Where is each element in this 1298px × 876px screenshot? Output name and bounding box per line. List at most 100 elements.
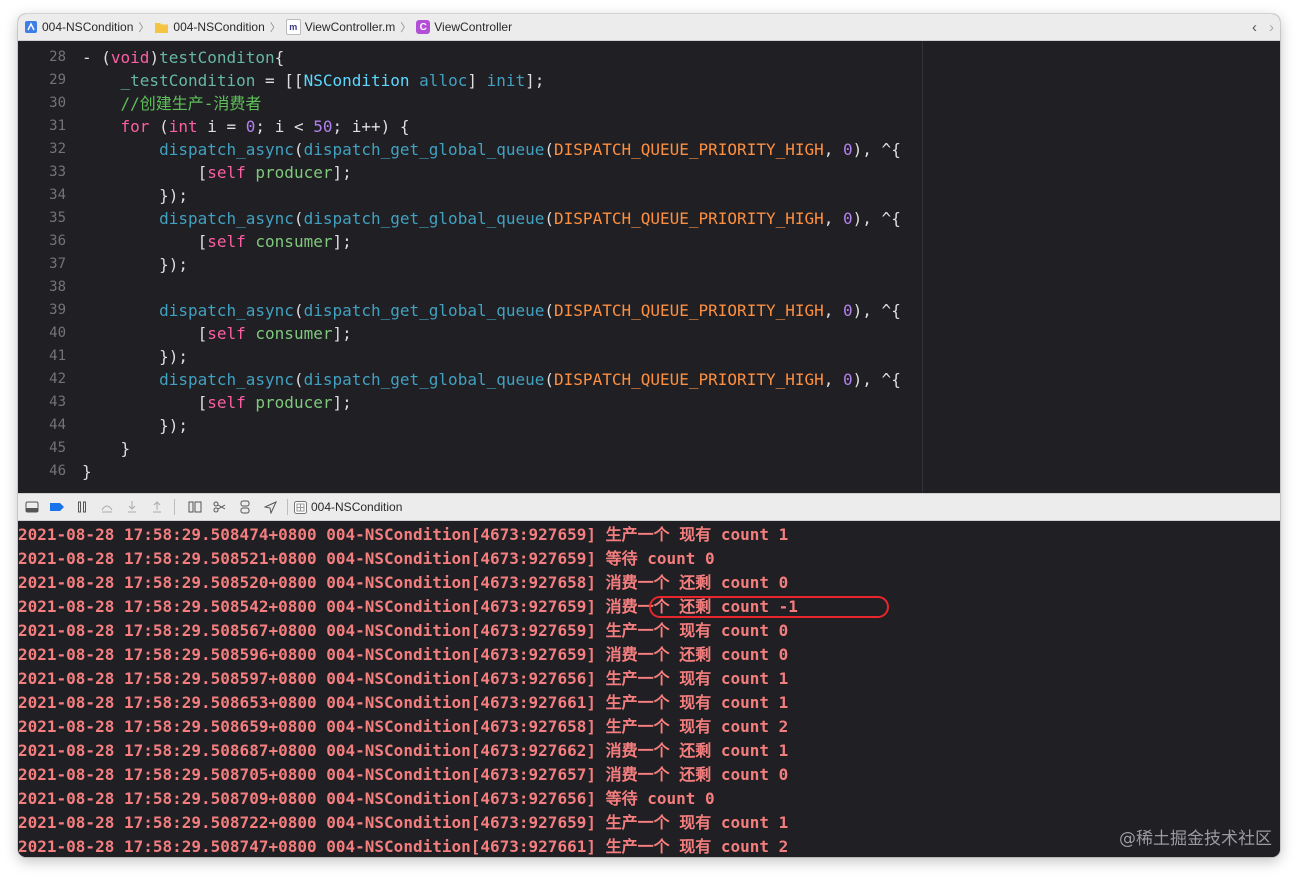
breadcrumb-label: 004-NSCondition bbox=[42, 20, 134, 34]
line-number: 40 bbox=[49, 325, 66, 341]
line-number: 29 bbox=[49, 72, 66, 88]
code-line: 35 dispatch_async(dispatch_get_global_qu… bbox=[18, 207, 1280, 230]
breadcrumb-file[interactable]: m ViewController.m bbox=[285, 14, 396, 41]
code-text: [self consumer]; bbox=[82, 324, 352, 343]
code-editor[interactable]: 28 - (void)testConditon{ 29 _testCondition… bbox=[18, 41, 1280, 493]
line-number: 33 bbox=[49, 164, 66, 180]
line-number: 36 bbox=[49, 233, 66, 249]
code-line: 32 dispatch_async(dispatch_get_global_qu… bbox=[18, 138, 1280, 161]
console-line: 2021-08-28 17:58:29.508659+0800 004-NSCo… bbox=[18, 717, 789, 736]
memory-graph-icon[interactable] bbox=[209, 494, 231, 520]
debug-target-label[interactable]: 004-NSCondition bbox=[311, 500, 402, 514]
hide-debug-area-icon[interactable] bbox=[21, 494, 43, 520]
code-line: 40 [self consumer]; bbox=[18, 322, 1280, 345]
code-text: - (void)testConditon{ bbox=[82, 48, 285, 67]
code-line: 36 [self consumer]; bbox=[18, 230, 1280, 253]
code-line: 42 dispatch_async(dispatch_get_global_qu… bbox=[18, 368, 1280, 391]
line-number: 28 bbox=[49, 49, 66, 65]
code-line: 43 [self producer]; bbox=[18, 391, 1280, 414]
console-line: 2021-08-28 17:58:29.508653+0800 004-NSCo… bbox=[18, 693, 789, 712]
line-number: 39 bbox=[49, 302, 66, 318]
console-line: 2021-08-28 17:58:29.508705+0800 004-NSCo… bbox=[18, 765, 789, 784]
console-line: 2021-08-28 17:58:29.508596+0800 004-NSCo… bbox=[18, 645, 789, 664]
code-text: [self producer]; bbox=[82, 163, 352, 182]
console-line: 2021-08-28 17:58:29.508722+0800 004-NSCo… bbox=[18, 813, 789, 832]
chevron-right-icon: 〉 bbox=[138, 22, 150, 34]
debug-bar: 004-NSCondition bbox=[18, 493, 1280, 521]
pause-icon[interactable] bbox=[71, 494, 93, 520]
line-number: 38 bbox=[49, 279, 66, 295]
line-number: 35 bbox=[49, 210, 66, 226]
breadcrumb-project[interactable]: 004-NSCondition bbox=[24, 14, 133, 41]
code-text: [self producer]; bbox=[82, 393, 352, 412]
folder-icon bbox=[154, 21, 169, 34]
code-text: }); bbox=[82, 255, 188, 274]
forward-arrow-icon[interactable]: › bbox=[1269, 19, 1274, 36]
environment-overrides-icon[interactable] bbox=[234, 494, 256, 520]
code-line: 31 for (int i = 0; i < 50; i++) { bbox=[18, 115, 1280, 138]
line-number: 31 bbox=[49, 118, 66, 134]
project-icon bbox=[24, 20, 38, 34]
code-line: 30 //创建生产-消费者 bbox=[18, 92, 1280, 115]
back-arrow-icon[interactable]: ‹ bbox=[1252, 19, 1257, 36]
line-number: 32 bbox=[49, 141, 66, 157]
code-text: dispatch_async(dispatch_get_global_queue… bbox=[159, 140, 901, 159]
annotation-highlight-ellipse bbox=[649, 596, 889, 618]
file-icon-letter: m bbox=[289, 22, 298, 32]
line-number: 41 bbox=[49, 348, 66, 364]
breadcrumb-label: ViewController bbox=[434, 20, 513, 34]
console-line: 2021-08-28 17:58:29.508747+0800 004-NSCo… bbox=[18, 837, 789, 856]
code-text: } bbox=[82, 439, 131, 458]
console-line: 2021-08-28 17:58:29.508474+0800 004-NSCo… bbox=[18, 525, 789, 544]
step-over-icon[interactable] bbox=[96, 494, 118, 520]
code-line: 28 - (void)testConditon{ bbox=[18, 46, 1280, 69]
code-text: for (int i = 0; i < 50; i++) { bbox=[120, 117, 410, 136]
line-number: 30 bbox=[49, 95, 66, 111]
line-number: 45 bbox=[49, 440, 66, 456]
target-app-icon bbox=[294, 500, 307, 514]
code-text: [self consumer]; bbox=[82, 232, 352, 251]
code-line: 45 } bbox=[18, 437, 1280, 460]
breakpoints-toggle-icon[interactable] bbox=[46, 494, 68, 520]
chevron-right-icon: 〉 bbox=[400, 22, 412, 34]
nav-arrows: ‹ › bbox=[1252, 14, 1274, 41]
code-text: }); bbox=[82, 347, 188, 366]
jump-bar: 004-NSCondition 〉 004-NSCondition 〉 m Vi… bbox=[18, 14, 1280, 41]
code-text: }); bbox=[82, 186, 188, 205]
view-debugger-icon[interactable] bbox=[184, 494, 206, 520]
line-number: 37 bbox=[49, 256, 66, 272]
chevron-right-icon: 〉 bbox=[269, 22, 281, 34]
code-text: } bbox=[82, 462, 92, 481]
code-text: //创建生产-消费者 bbox=[120, 94, 262, 113]
console-line: 2021-08-28 17:58:29.508687+0800 004-NSCo… bbox=[18, 741, 789, 760]
code-text: _testCondition = [[NSCondition alloc] in… bbox=[120, 71, 545, 90]
console-output[interactable]: 2021-08-28 17:58:29.508474+0800 004-NSCo… bbox=[18, 521, 1280, 857]
code-text: }); bbox=[82, 416, 188, 435]
code-line: 34 }); bbox=[18, 184, 1280, 207]
step-into-icon[interactable] bbox=[121, 494, 143, 520]
console-line: 2021-08-28 17:58:29.508520+0800 004-NSCo… bbox=[18, 573, 789, 592]
breadcrumb-folder[interactable]: 004-NSCondition bbox=[154, 14, 265, 41]
line-number: 34 bbox=[49, 187, 66, 203]
simulate-location-icon[interactable] bbox=[259, 494, 281, 520]
divider bbox=[174, 499, 175, 515]
class-icon-letter: C bbox=[419, 21, 427, 33]
code-text: dispatch_async(dispatch_get_global_queue… bbox=[159, 209, 901, 228]
line-number: 46 bbox=[49, 463, 66, 479]
step-out-icon[interactable] bbox=[146, 494, 168, 520]
code-line: 41 }); bbox=[18, 345, 1280, 368]
class-icon: C bbox=[416, 20, 431, 34]
objc-file-icon: m bbox=[285, 19, 301, 35]
breadcrumb-class[interactable]: C ViewController bbox=[416, 14, 512, 41]
breadcrumb-label: 004-NSCondition bbox=[173, 20, 265, 34]
console-line: 2021-08-28 17:58:29.508709+0800 004-NSCo… bbox=[18, 789, 715, 808]
code-text: dispatch_async(dispatch_get_global_queue… bbox=[159, 301, 901, 320]
code-line: 29 _testCondition = [[NSCondition alloc]… bbox=[18, 69, 1280, 92]
watermark: @稀土掘金技术社区 bbox=[1119, 829, 1272, 849]
console-line: 2021-08-28 17:58:29.508567+0800 004-NSCo… bbox=[18, 621, 789, 640]
line-number: 42 bbox=[49, 371, 66, 387]
xcode-window: 004-NSCondition 〉 004-NSCondition 〉 m Vi… bbox=[18, 14, 1280, 857]
breadcrumb-label: ViewController.m bbox=[304, 20, 396, 34]
code-line: 39 dispatch_async(dispatch_get_global_qu… bbox=[18, 299, 1280, 322]
line-number: 43 bbox=[49, 394, 66, 410]
